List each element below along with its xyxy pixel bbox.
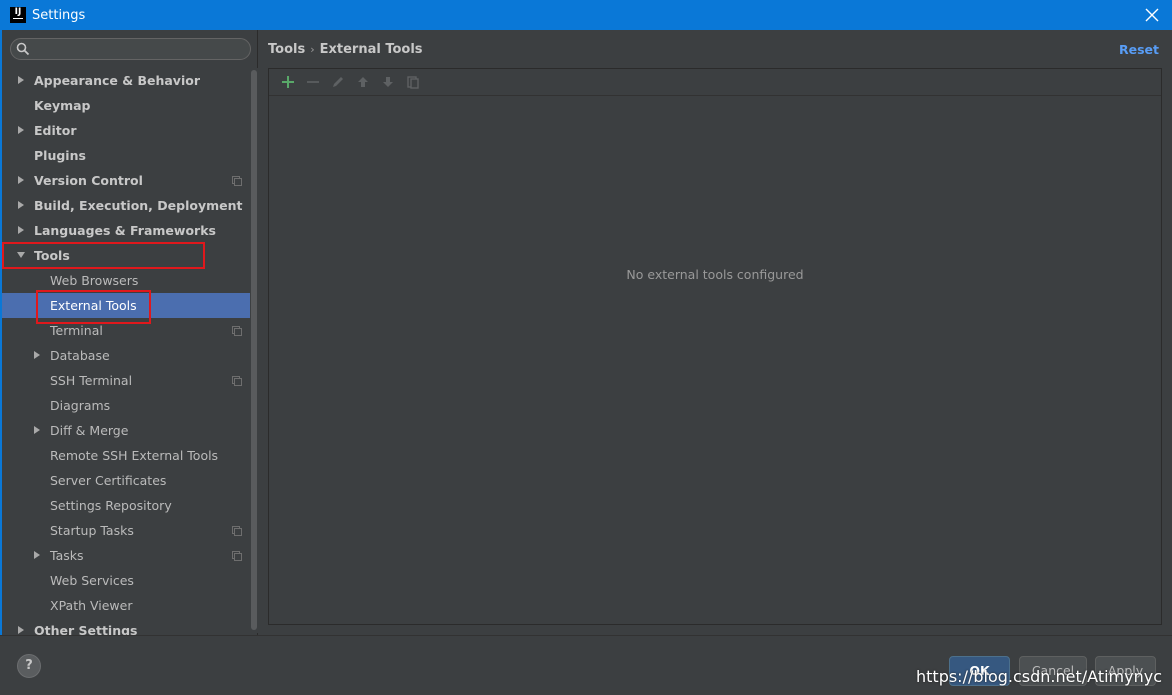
sidebar-item-label: Appearance & Behavior — [34, 73, 200, 88]
sidebar-item-label: Build, Execution, Deployment — [34, 198, 243, 213]
sidebar-item-diff-merge[interactable]: Diff & Merge — [2, 418, 250, 443]
sidebar-item-keymap[interactable]: Keymap — [2, 93, 250, 118]
sidebar-item-label: Database — [50, 348, 110, 363]
tools-toolbar — [269, 69, 1161, 96]
settings-tree: Appearance & Behavior Keymap Editor Plugins… — [2, 68, 250, 643]
sidebar-item-server-certificates[interactable]: Server Certificates — [2, 468, 250, 493]
project-level-icon — [232, 551, 242, 561]
remove-tool-button[interactable] — [300, 71, 325, 93]
sidebar-item-ssh-terminal[interactable]: SSH Terminal — [2, 368, 250, 393]
empty-state-message: No external tools configured — [626, 267, 804, 282]
chevron-right-icon[interactable] — [16, 175, 26, 185]
sidebar-item-appearance-behavior[interactable]: Appearance & Behavior — [2, 68, 250, 93]
sidebar-item-label: Startup Tasks — [50, 523, 134, 538]
watermark: https://blog.csdn.net/Atimynyc — [916, 667, 1162, 686]
breadcrumb: Tools › External Tools — [268, 42, 423, 57]
move-up-button[interactable] — [350, 71, 375, 93]
sidebar-item-label: Server Certificates — [50, 473, 167, 488]
sidebar-item-diagrams[interactable]: Diagrams — [2, 393, 250, 418]
intellij-logo-icon: IJ — [10, 7, 26, 23]
sidebar-item-label: Settings Repository — [50, 498, 172, 513]
sidebar-item-plugins[interactable]: Plugins — [2, 143, 250, 168]
sidebar-item-editor[interactable]: Editor — [2, 118, 250, 143]
sidebar-item-version-control[interactable]: Version Control — [2, 168, 250, 193]
sidebar-item-label: Web Browsers — [50, 273, 139, 288]
sidebar-item-label: Web Services — [50, 573, 134, 588]
sidebar-item-remote-ssh-external-tools[interactable]: Remote SSH External Tools — [2, 443, 250, 468]
sidebar-item-label: Terminal — [50, 323, 103, 338]
sidebar-item-xpath-viewer[interactable]: XPath Viewer — [2, 593, 250, 618]
chevron-right-icon[interactable] — [16, 625, 26, 635]
sidebar-item-label: Tools — [34, 248, 70, 263]
close-icon — [1145, 8, 1159, 22]
sidebar-item-label: Languages & Frameworks — [34, 223, 216, 238]
chevron-right-icon[interactable] — [16, 225, 26, 235]
title-bar: IJ Settings — [0, 0, 1172, 30]
project-level-icon — [232, 526, 242, 536]
sidebar-item-label: Keymap — [34, 98, 91, 113]
sidebar-item-tools[interactable]: Tools — [2, 243, 250, 268]
sidebar-item-label: Diff & Merge — [50, 423, 129, 438]
sidebar-item-startup-tasks[interactable]: Startup Tasks — [2, 518, 250, 543]
sidebar-item-label: Version Control — [34, 173, 143, 188]
chevron-right-icon[interactable] — [16, 200, 26, 210]
sidebar-item-label: XPath Viewer — [50, 598, 133, 613]
search-icon — [16, 42, 30, 56]
copy-icon — [406, 76, 419, 89]
project-level-icon — [232, 376, 242, 386]
sidebar-item-label: Plugins — [34, 148, 86, 163]
arrow-down-icon — [382, 77, 393, 87]
dialog-footer: ? OK Cancel Apply — [0, 635, 1172, 695]
move-down-button[interactable] — [375, 71, 400, 93]
reset-link[interactable]: Reset — [1119, 42, 1159, 57]
sidebar-scrollbar[interactable] — [250, 68, 258, 633]
search-input[interactable] — [33, 41, 243, 57]
sidebar-item-label: Remote SSH External Tools — [50, 448, 219, 463]
breadcrumb-item-external-tools: External Tools — [319, 42, 423, 57]
copy-tool-button[interactable] — [400, 71, 425, 93]
add-tool-button[interactable] — [275, 71, 300, 93]
chevron-right-icon[interactable] — [32, 550, 42, 560]
chevron-right-icon[interactable] — [16, 75, 26, 85]
sidebar-item-label: Diagrams — [50, 398, 111, 413]
sidebar-item-external-tools[interactable]: External Tools — [2, 293, 250, 318]
project-level-icon — [232, 326, 242, 336]
minus-icon — [306, 81, 319, 83]
window-title: Settings — [32, 7, 86, 23]
chevron-right-icon[interactable] — [32, 425, 42, 435]
settings-content: Tools › External Tools Reset No external… — [258, 30, 1172, 635]
scrollbar-thumb[interactable] — [251, 70, 257, 630]
arrow-up-icon — [357, 77, 368, 87]
help-button[interactable]: ? — [17, 654, 41, 678]
sidebar-item-build-execution-deployment[interactable]: Build, Execution, Deployment — [2, 193, 250, 218]
chevron-down-icon[interactable] — [16, 250, 26, 260]
sidebar-item-web-services[interactable]: Web Services — [2, 568, 250, 593]
sidebar-item-database[interactable]: Database — [2, 343, 250, 368]
plus-icon — [281, 76, 294, 88]
sidebar-item-tasks[interactable]: Tasks — [2, 543, 250, 568]
edit-tool-button[interactable] — [325, 71, 350, 93]
sidebar-item-settings-repository[interactable]: Settings Repository — [2, 493, 250, 518]
sidebar-item-label: Tasks — [50, 548, 84, 563]
sidebar-item-label: External Tools — [50, 298, 137, 313]
sidebar-item-terminal[interactable]: Terminal — [2, 318, 250, 343]
settings-sidebar: Appearance & Behavior Keymap Editor Plugins… — [0, 30, 258, 638]
close-button[interactable] — [1142, 5, 1162, 25]
external-tools-panel: No external tools configured — [268, 68, 1162, 625]
sidebar-item-label: SSH Terminal — [50, 373, 133, 388]
project-level-icon — [232, 176, 242, 186]
chevron-right-icon[interactable] — [32, 350, 42, 360]
sidebar-item-label: Editor — [34, 123, 77, 138]
sidebar-item-web-browsers[interactable]: Web Browsers — [2, 268, 250, 293]
breadcrumb-item-tools: Tools — [268, 42, 306, 57]
chevron-right-icon[interactable] — [16, 125, 26, 135]
edit-icon — [332, 77, 343, 87]
search-field[interactable] — [10, 38, 251, 60]
breadcrumb-separator: › — [310, 43, 315, 56]
sidebar-item-languages-frameworks[interactable]: Languages & Frameworks — [2, 218, 250, 243]
